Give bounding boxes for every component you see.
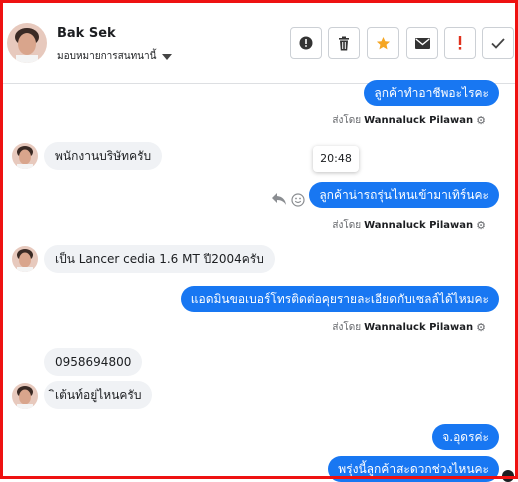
gear-icon: ⚙ <box>476 321 486 334</box>
exclamation-circle-icon <box>299 36 313 50</box>
sender-name: Wannaluck Pilawan <box>364 115 474 126</box>
message-text: ิเต้นท์อยู่ไหนครับ <box>55 388 142 402</box>
assign-label: มอบหมายการสนทนานี้ <box>57 51 157 62</box>
message-outgoing[interactable]: ลูกค้าน่ารถรุ่นไหนเข้ามาเทิร์นคะ <box>309 182 499 208</box>
sender-name: Wannaluck Pilawan <box>364 220 474 231</box>
message-text: แอดมินขอเบอร์โทรติดต่อคุยรายละเอียดกับเซ… <box>190 292 489 306</box>
sent-by-prefix: ส่งโดย <box>332 322 362 333</box>
scroll-indicator[interactable] <box>502 470 514 482</box>
star-icon <box>376 36 390 49</box>
message-outgoing[interactable]: จ.อุดรค่ะ <box>432 424 499 450</box>
conversation-header: Bak Sek มอบหมายการสนทนานี้ <box>3 3 515 84</box>
contact-avatar-small <box>12 246 38 272</box>
gear-icon: ⚙ <box>476 219 486 232</box>
message-text: เป็น Lancer cedia 1.6 MT ปี2004ครับ <box>55 252 264 266</box>
star-button[interactable] <box>367 27 399 59</box>
message-incoming[interactable]: 0958694800 <box>44 348 143 376</box>
message-text: ลูกค้าน่ารถรุ่นไหนเข้ามาเทิร์นคะ <box>319 188 489 202</box>
message-outgoing[interactable]: แอดมินขอเบอร์โทรติดต่อคุยรายละเอียดกับเซ… <box>180 286 499 312</box>
exclamation-icon <box>458 36 462 50</box>
envelope-icon <box>414 37 430 49</box>
message-outgoing[interactable]: พรุ่งนี้ลูกค้าสะดวกช่วงไหนคะ <box>328 456 499 482</box>
contact-name[interactable]: Bak Sek <box>57 26 116 41</box>
follow-up-button[interactable] <box>444 27 476 59</box>
message-incoming[interactable]: ิเต้นท์อยู่ไหนครับ <box>44 381 153 409</box>
check-icon <box>491 37 505 49</box>
email-button[interactable] <box>406 27 438 59</box>
contact-avatar-small <box>12 143 38 169</box>
contact-avatar-small <box>12 383 38 409</box>
done-button[interactable] <box>482 27 514 59</box>
sender-name: Wannaluck Pilawan <box>364 322 474 333</box>
sent-by-prefix: ส่งโดย <box>332 115 362 126</box>
trash-icon <box>339 36 349 50</box>
emoji-react-icon[interactable] <box>291 193 305 207</box>
message-text: 0958694800 <box>55 355 132 369</box>
gear-icon: ⚙ <box>476 114 486 127</box>
message-text: ลูกค้าทำอาชีพอะไรคะ <box>374 86 489 100</box>
contact-avatar[interactable] <box>7 23 47 63</box>
sent-by-label: ส่งโดย Wannaluck Pilawan ⚙ <box>332 320 486 335</box>
message-outgoing[interactable]: ลูกค้าทำอาชีพอะไรคะ <box>364 80 499 106</box>
message-incoming[interactable]: เป็น Lancer cedia 1.6 MT ปี2004ครับ <box>44 245 275 273</box>
sent-by-label: ส่งโดย Wannaluck Pilawan ⚙ <box>332 113 486 128</box>
assign-conversation-dropdown[interactable]: มอบหมายการสนทนานี้ <box>57 49 173 64</box>
reply-icon[interactable] <box>271 192 287 206</box>
sent-by-label: ส่งโดย Wannaluck Pilawan ⚙ <box>332 218 486 233</box>
timestamp-tooltip: 20:48 <box>313 146 359 172</box>
message-text: พรุ่งนี้ลูกค้าสะดวกช่วงไหนคะ <box>338 462 489 476</box>
caret-down-icon <box>162 53 173 60</box>
message-incoming[interactable]: พนักงานบริษัทครับ <box>44 142 163 170</box>
sent-by-prefix: ส่งโดย <box>332 220 362 231</box>
message-text: จ.อุดรค่ะ <box>442 430 489 444</box>
spam-button[interactable] <box>290 27 322 59</box>
delete-button[interactable] <box>328 27 360 59</box>
message-text: พนักงานบริษัทครับ <box>55 149 152 163</box>
